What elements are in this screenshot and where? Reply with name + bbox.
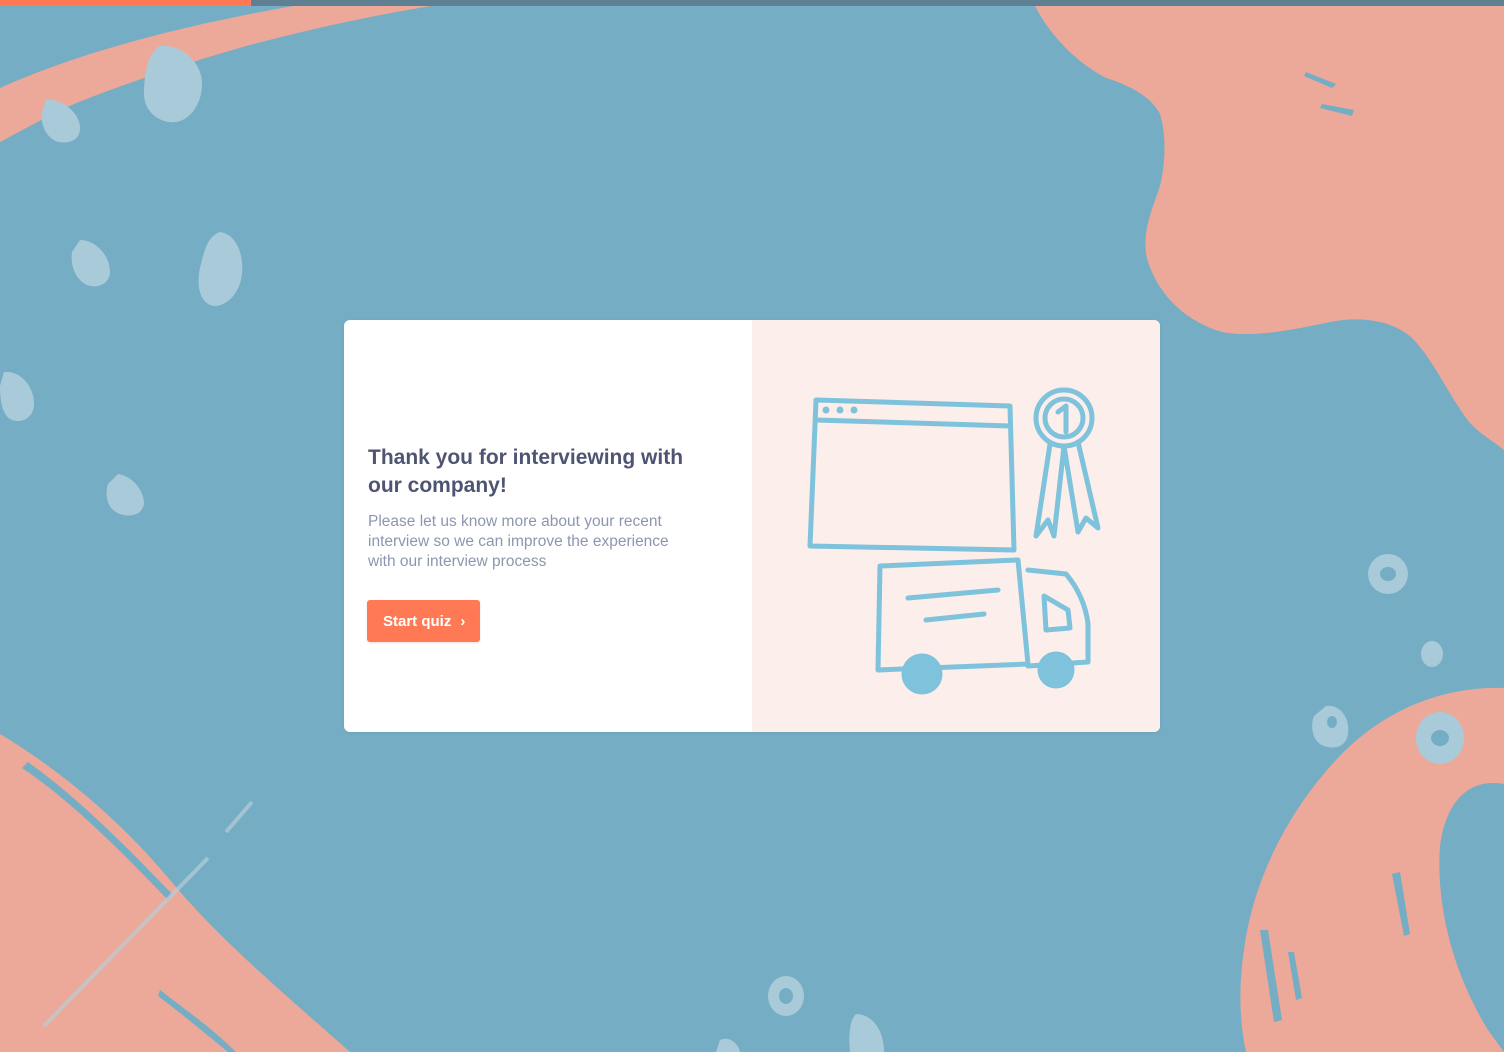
browser-window-icon: [807, 397, 1017, 553]
start-quiz-button[interactable]: Start quiz ›: [367, 600, 481, 642]
progress-bar-fill: [0, 0, 252, 6]
delivery-illustration: [807, 387, 1101, 695]
intro-title: Thank you for interviewing with our comp…: [368, 446, 684, 497]
truck-icon: [875, 557, 1091, 695]
start-quiz-label: Start quiz: [383, 612, 452, 630]
illustration-panel: [752, 320, 1160, 732]
quiz-intro-card: Thank you for interviewing with our comp…: [344, 320, 1160, 732]
chevron-right-icon: ›: [460, 612, 466, 630]
intro-content: Thank you for interviewing with our comp…: [344, 320, 752, 732]
award-ribbon-icon: [1033, 387, 1101, 539]
intro-description: Please let us know more about your recen…: [368, 513, 669, 570]
progress-bar: [0, 0, 1504, 6]
